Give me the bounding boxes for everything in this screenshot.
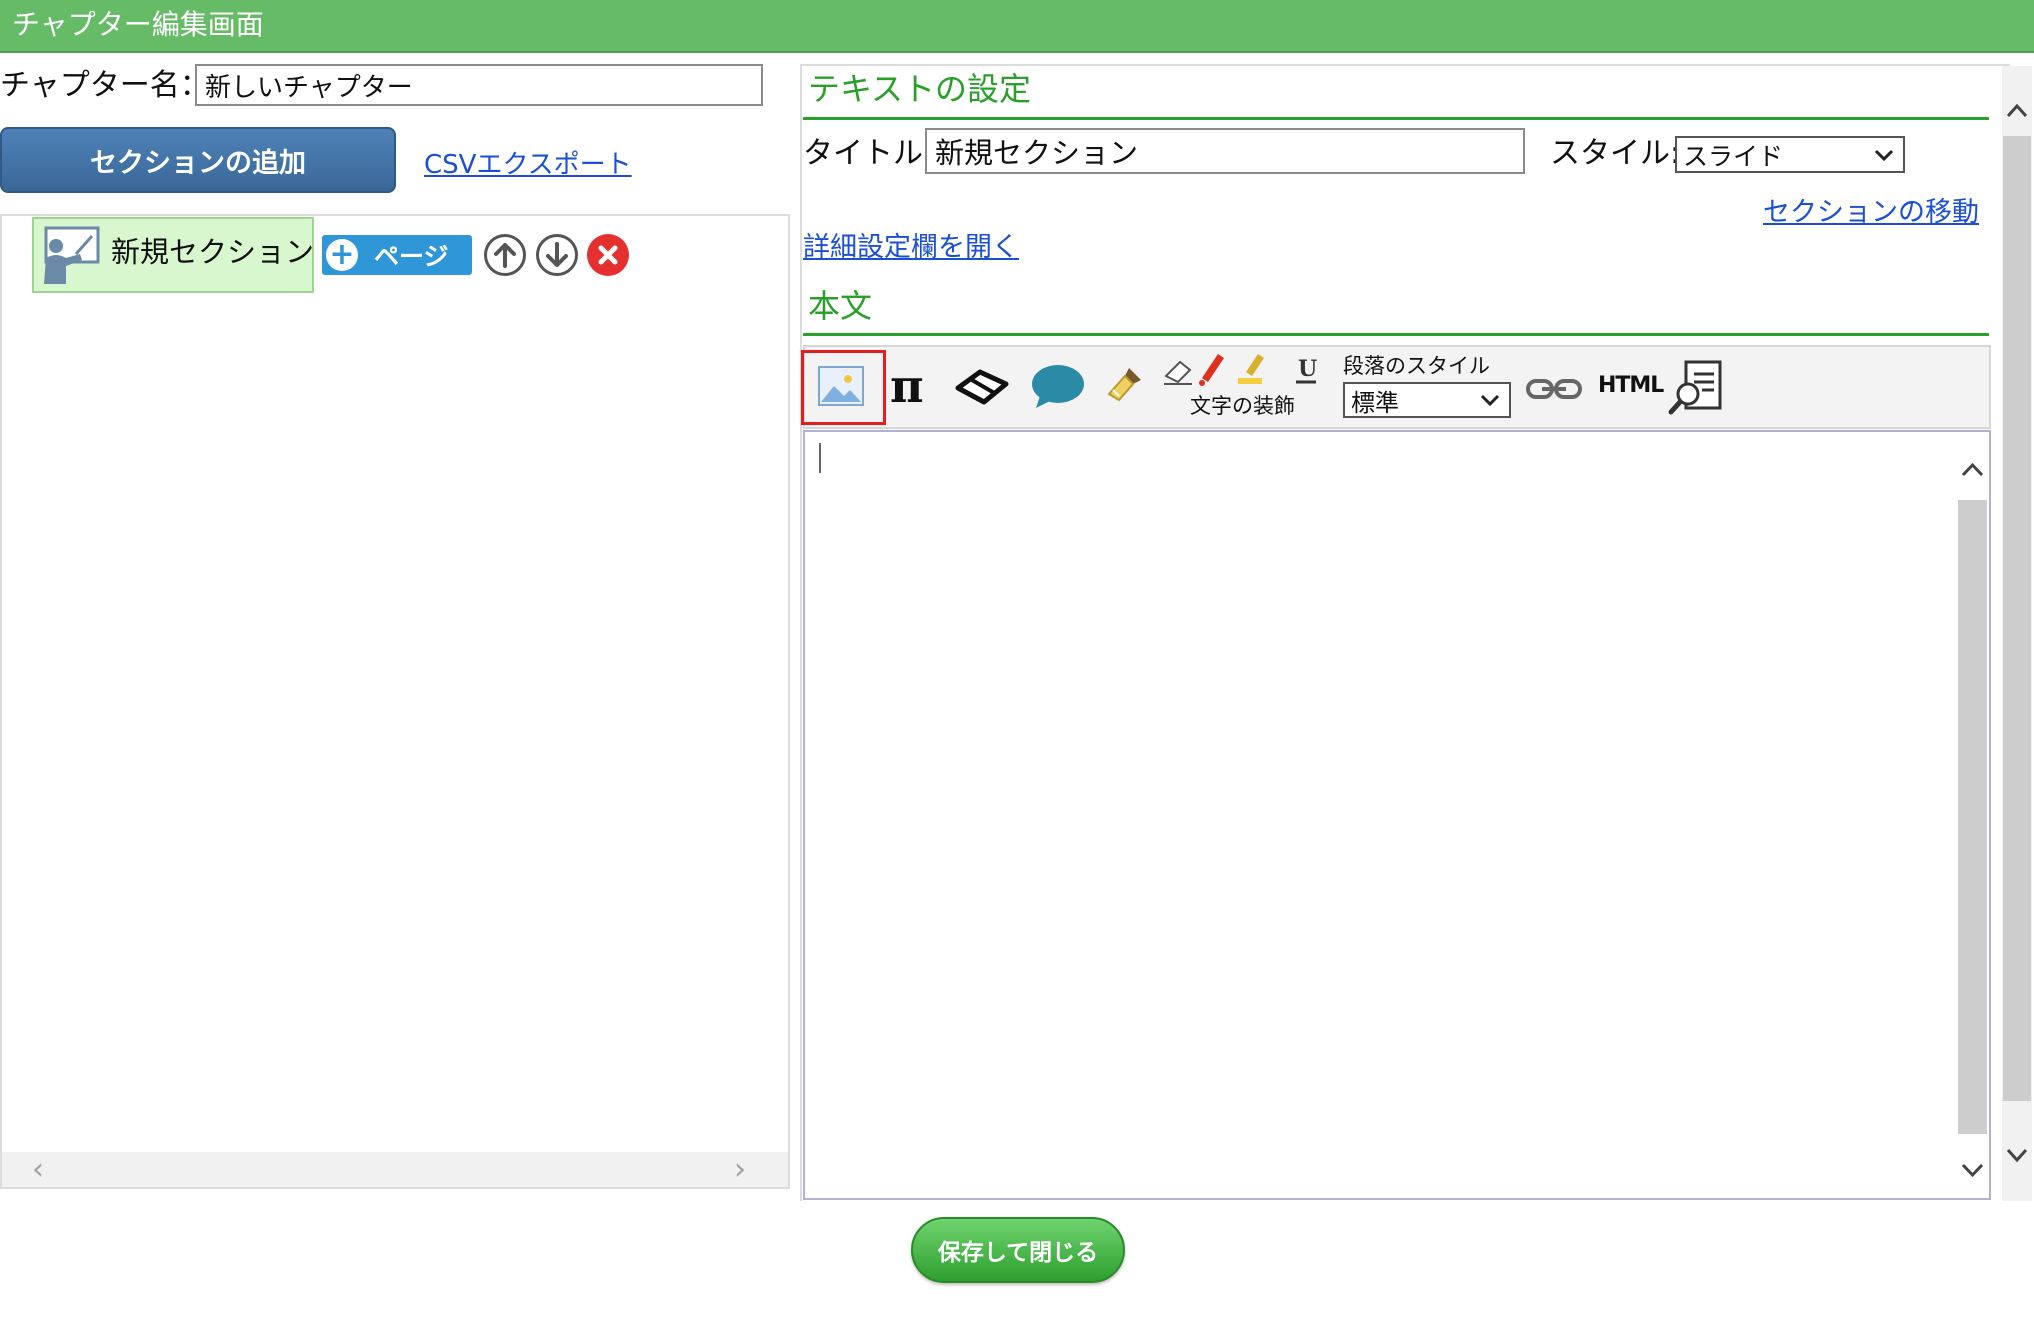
- arrow-up-icon: [494, 243, 516, 268]
- window-header: [0, 0, 2034, 53]
- chevron-up-icon[interactable]: [1956, 455, 1989, 485]
- heading-divider: [803, 117, 1989, 120]
- speech-balloon-icon[interactable]: [1030, 362, 1086, 410]
- section-node-label: 新規セクション: [111, 235, 315, 269]
- eraser-icon[interactable]: [954, 366, 1010, 406]
- chevron-down-icon: [1480, 394, 1500, 407]
- add-section-button[interactable]: セクションの追加: [0, 127, 396, 193]
- text-caret: [819, 443, 821, 473]
- svg-text:U: U: [1298, 356, 1317, 382]
- body-heading: 本文: [808, 287, 873, 325]
- red-pen-icon: [1199, 354, 1224, 386]
- clear-format-icon: [1164, 360, 1192, 385]
- move-section-link[interactable]: セクションの移動: [1763, 190, 1979, 229]
- panel-scroll-thumb[interactable]: [2003, 136, 2031, 1101]
- save-and-close-button[interactable]: 保存して閉じる: [911, 1217, 1125, 1283]
- link-icon[interactable]: [1526, 374, 1582, 404]
- chapter-name-input[interactable]: [195, 64, 763, 106]
- math-formula-button[interactable]: π: [890, 360, 924, 412]
- image-icon: [818, 366, 864, 406]
- move-up-button[interactable]: [484, 234, 526, 276]
- scroll-right-icon[interactable]: ›: [734, 1152, 746, 1187]
- csv-export-link[interactable]: CSVエクスポート: [424, 144, 632, 181]
- highlighter-icon: [1238, 354, 1264, 384]
- add-page-button[interactable]: + ページ: [322, 235, 472, 275]
- plus-icon: +: [326, 239, 358, 271]
- arrow-down-icon: [546, 242, 568, 267]
- html-source-button[interactable]: HTML: [1598, 372, 1664, 400]
- section-title-input[interactable]: [925, 128, 1525, 174]
- chevron-down-icon[interactable]: [2002, 1140, 2032, 1170]
- preview-icon[interactable]: [1668, 358, 1726, 416]
- heading-divider: [803, 333, 1989, 336]
- tree-horizontal-scrollbar[interactable]: [2, 1152, 788, 1187]
- underline-icon: U: [1296, 356, 1317, 384]
- window-title: チャプター編集画面: [12, 8, 264, 41]
- brush-icon[interactable]: [1105, 364, 1145, 404]
- presentation-icon: [44, 226, 100, 284]
- scroll-left-icon[interactable]: ‹: [32, 1152, 44, 1187]
- text-settings-heading: テキストの設定: [808, 70, 1032, 108]
- body-text-editor[interactable]: [803, 430, 1991, 1200]
- paragraph-style-select[interactable]: 標準: [1343, 382, 1511, 418]
- move-down-button[interactable]: [536, 234, 578, 276]
- style-select-value: スライド: [1683, 141, 1784, 171]
- paragraph-style-label: 段落のスタイル: [1343, 354, 1490, 378]
- delete-section-button[interactable]: [587, 234, 629, 276]
- text-decoration-icons[interactable]: U: [1162, 352, 1322, 386]
- close-icon: [598, 245, 618, 265]
- add-page-label: ページ: [374, 242, 449, 271]
- char-decoration-label: 文字の装飾: [1190, 394, 1295, 418]
- chevron-down-icon: [1874, 149, 1894, 161]
- style-label: スタイル:: [1550, 136, 1681, 171]
- chapter-name-label: チャプター名：: [0, 68, 210, 103]
- paragraph-style-value: 標準: [1351, 388, 1399, 417]
- section-tree-panel: [0, 214, 790, 1189]
- chevron-down-icon[interactable]: [1956, 1155, 1989, 1185]
- title-label: タイトル:: [803, 136, 934, 171]
- style-select[interactable]: スライド: [1675, 136, 1905, 173]
- editor-scroll-thumb[interactable]: [1958, 500, 1987, 1134]
- open-advanced-settings-link[interactable]: 詳細設定欄を開く: [803, 225, 1019, 264]
- chevron-up-icon[interactable]: [2002, 96, 2032, 126]
